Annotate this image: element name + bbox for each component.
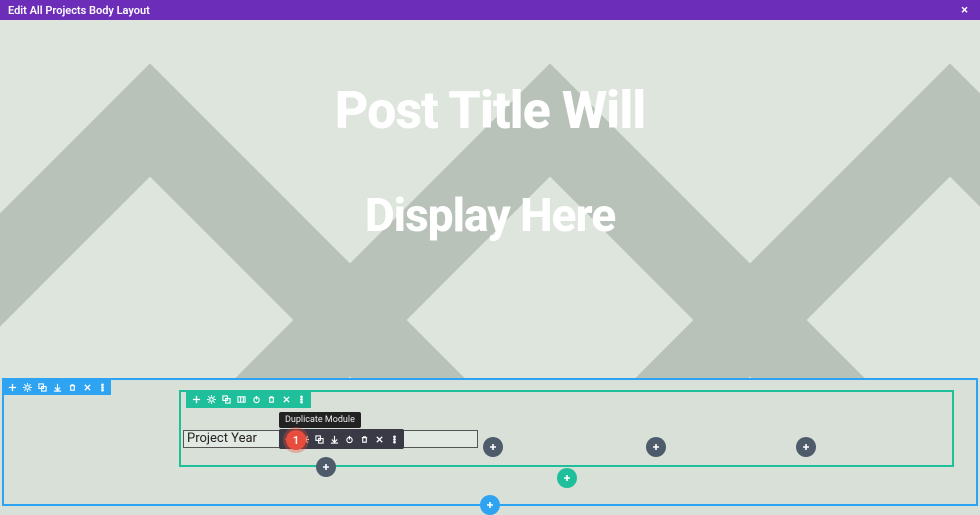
- module-more-icon[interactable]: [389, 434, 399, 444]
- section-outline[interactable]: Duplicate Module Project Year: [2, 378, 978, 506]
- section-delete-icon[interactable]: [67, 382, 77, 392]
- section-settings-icon[interactable]: [22, 382, 32, 392]
- section-more-icon[interactable]: [97, 382, 107, 392]
- header-bar: Edit All Projects Body Layout ×: [0, 0, 980, 20]
- row-more-icon[interactable]: [296, 395, 306, 405]
- header-title: Edit All Projects Body Layout: [8, 4, 150, 17]
- section-add-icon[interactable]: [7, 382, 17, 392]
- tooltip-duplicate-module: Duplicate Module: [279, 412, 361, 428]
- row-add-icon[interactable]: [191, 395, 201, 405]
- section-duplicate-icon[interactable]: [37, 382, 47, 392]
- row-duplicate-icon[interactable]: [221, 395, 231, 405]
- row-settings-icon[interactable]: [206, 395, 216, 405]
- row-toolbar: [186, 391, 311, 408]
- row-delete-icon[interactable]: [266, 395, 276, 405]
- row-outline[interactable]: Duplicate Module Project Year: [179, 390, 954, 467]
- hero-section: Post Title Will Display Here: [0, 20, 980, 378]
- section-toolbar: [3, 379, 111, 395]
- add-row-button[interactable]: [557, 468, 577, 488]
- hero-title-placeholder: Post Title Will Display Here: [0, 80, 980, 243]
- module-label: Project Year: [187, 431, 257, 446]
- module-close-icon[interactable]: [374, 434, 384, 444]
- add-module-col4-button[interactable]: [796, 437, 816, 457]
- add-module-col1-button[interactable]: [316, 457, 336, 477]
- add-module-col3-button[interactable]: [646, 437, 666, 457]
- hero-line-1: Post Title Will: [0, 80, 980, 141]
- add-module-col2-button[interactable]: [483, 437, 503, 457]
- close-button[interactable]: ×: [957, 3, 972, 18]
- module-delete-icon[interactable]: [359, 434, 369, 444]
- section-save-icon[interactable]: [52, 382, 62, 392]
- row-columns-icon[interactable]: [236, 395, 246, 405]
- row-close-icon[interactable]: [281, 395, 291, 405]
- step-badge: 1: [286, 430, 306, 450]
- hero-line-2: Display Here: [0, 189, 980, 243]
- row-power-icon[interactable]: [251, 395, 261, 405]
- add-section-button[interactable]: [480, 495, 500, 515]
- section-close-icon[interactable]: [82, 382, 92, 392]
- module-power-icon[interactable]: [344, 434, 354, 444]
- module-duplicate-icon[interactable]: [314, 434, 324, 444]
- module-save-icon[interactable]: [329, 434, 339, 444]
